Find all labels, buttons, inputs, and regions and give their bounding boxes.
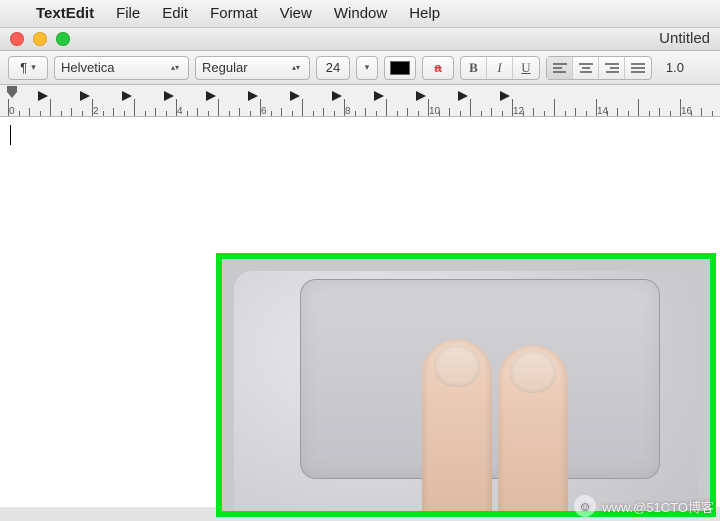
menu-view[interactable]: View — [280, 5, 312, 22]
chevron-down-icon: ▾ — [31, 62, 36, 73]
font-family-value: Helvetica — [61, 60, 114, 75]
align-justify-icon — [630, 62, 646, 74]
close-button-icon[interactable] — [10, 32, 24, 46]
text-color-button[interactable] — [384, 56, 416, 80]
tab-stop-marker-icon[interactable] — [500, 91, 512, 101]
font-style-select[interactable]: Regular ▴▾ — [195, 56, 310, 80]
tab-stop-marker-icon[interactable] — [332, 91, 344, 101]
watermark: ☺ www.@51CTO博客 — [574, 495, 714, 517]
align-center-button[interactable] — [573, 57, 599, 79]
ruler-label: 8 — [345, 106, 351, 117]
font-style-value: Regular — [202, 60, 248, 75]
font-family-select[interactable]: Helvetica ▴▾ — [54, 56, 189, 80]
tab-stop-marker-icon[interactable] — [416, 91, 428, 101]
tab-stop-marker-icon[interactable] — [206, 91, 218, 101]
line-spacing-value[interactable]: 1.0 — [658, 60, 686, 75]
minimize-button-icon[interactable] — [33, 32, 47, 46]
align-center-icon — [578, 62, 594, 74]
ruler-label: 6 — [261, 106, 267, 117]
stepper-icon: ▴▾ — [289, 65, 303, 71]
strikethrough-color-button[interactable]: a — [422, 56, 454, 80]
text-caret-icon — [10, 125, 11, 145]
instruction-overlay — [216, 253, 716, 517]
color-swatch-icon — [390, 61, 410, 75]
pilcrow-icon: ¶ — [20, 60, 27, 75]
macos-menu-bar: TextEdit File Edit Format View Window He… — [0, 0, 720, 28]
align-right-button[interactable] — [599, 57, 625, 79]
chevron-down-icon: ▾ — [365, 62, 370, 73]
watermark-text: www.@51CTO博客 — [602, 497, 714, 516]
tab-stop-marker-icon[interactable] — [80, 91, 92, 101]
tab-stop-marker-icon[interactable] — [122, 91, 134, 101]
font-size-field[interactable]: 24 — [316, 56, 350, 80]
two-finger-gesture-icon — [422, 339, 682, 517]
font-size-dropdown[interactable]: ▾ — [356, 56, 378, 80]
menu-format[interactable]: Format — [210, 5, 258, 22]
align-justify-button[interactable] — [625, 57, 651, 79]
align-left-button[interactable] — [547, 57, 573, 79]
underline-button[interactable]: U — [513, 57, 539, 79]
bold-button[interactable]: B — [461, 57, 487, 79]
app-menu[interactable]: TextEdit — [36, 5, 94, 22]
window-titlebar[interactable]: Untitled — [0, 28, 720, 51]
tab-stop-marker-icon[interactable] — [248, 91, 260, 101]
text-style-segment: B I U — [460, 56, 540, 80]
tab-stop-marker-icon[interactable] — [38, 91, 50, 101]
menu-help[interactable]: Help — [409, 5, 440, 22]
ruler[interactable]: 0246810121416 — [0, 85, 720, 117]
menu-edit[interactable]: Edit — [162, 5, 188, 22]
menu-window[interactable]: Window — [334, 5, 387, 22]
watermark-badge-icon: ☺ — [574, 495, 596, 517]
text-align-segment — [546, 56, 652, 80]
format-toolbar: ¶ ▾ Helvetica ▴▾ Regular ▴▾ 24 ▾ a B I U — [0, 51, 720, 85]
ruler-label: 2 — [93, 106, 99, 117]
align-right-icon — [604, 62, 620, 74]
tab-stop-marker-icon[interactable] — [374, 91, 386, 101]
menu-file[interactable]: File — [116, 5, 140, 22]
ruler-label: 4 — [177, 106, 183, 117]
italic-button[interactable]: I — [487, 57, 513, 79]
ruler-label: 0 — [9, 106, 15, 117]
zoom-button-icon[interactable] — [56, 32, 70, 46]
align-left-icon — [552, 62, 568, 74]
stepper-icon: ▴▾ — [168, 65, 182, 71]
window-title: Untitled — [659, 30, 710, 47]
paragraph-style-button[interactable]: ¶ ▾ — [8, 56, 48, 80]
tab-stop-marker-icon[interactable] — [458, 91, 470, 101]
tab-stop-marker-icon[interactable] — [164, 91, 176, 101]
tab-stop-marker-icon[interactable] — [290, 91, 302, 101]
